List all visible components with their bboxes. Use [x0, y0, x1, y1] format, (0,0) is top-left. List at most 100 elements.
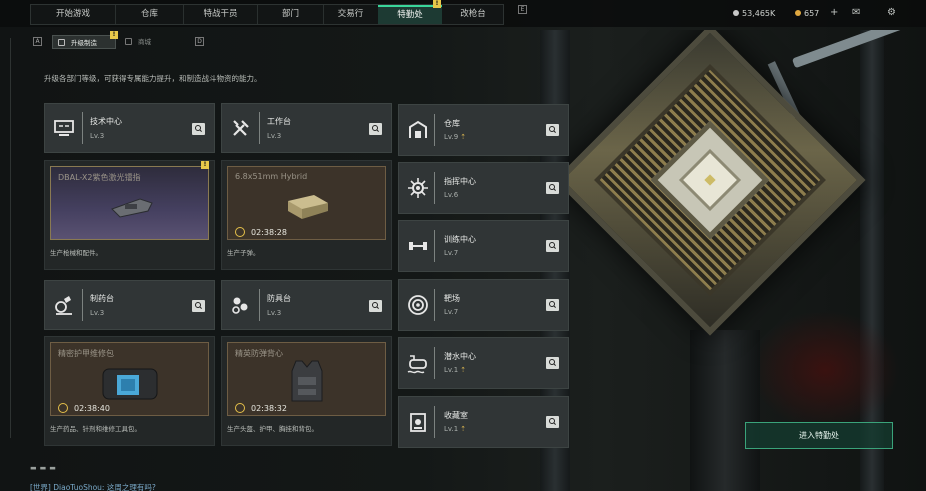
craft-timer: 02:38:32 [251, 404, 287, 413]
search-icon[interactable] [192, 300, 205, 312]
coin-balance: 53,465K [733, 9, 775, 18]
armor-icon [232, 297, 248, 314]
dept-armor-bench[interactable]: 防具台 Lv.3 [221, 280, 392, 330]
diving-icon [407, 355, 427, 374]
search-icon[interactable] [546, 299, 559, 311]
dept-command-center[interactable]: 指挥中心 Lv.6 [398, 162, 569, 214]
dept-level: Lv.6 [444, 191, 459, 199]
dept-name: 靶场 [444, 294, 460, 303]
laser-sight-icon [111, 198, 153, 218]
search-icon[interactable] [546, 124, 559, 136]
tab-trading[interactable]: 交易行 [323, 5, 377, 24]
search-icon[interactable] [546, 416, 559, 428]
subtab-shop-label: 商城 [138, 38, 151, 46]
search-icon[interactable] [192, 123, 205, 135]
search-icon[interactable] [369, 300, 382, 312]
vest-icon [291, 360, 323, 402]
repair-kit-icon [102, 368, 158, 400]
token-balance: 657 [795, 9, 819, 18]
tab-operators[interactable]: 特战干员 [183, 5, 257, 24]
dept-description: 生产药品、针剂和维修工具包。 [50, 425, 141, 433]
tab-start-game[interactable]: 开始游戏 [31, 5, 115, 24]
dept-diving-center[interactable]: 潜水中心 Lv.1 ⇡ [398, 337, 569, 389]
sub-key-hint-left: A [33, 37, 42, 46]
dept-name: 潜水中心 [444, 352, 476, 361]
armor-bench-production: 精英防弹背心 02:38:32 生产头盔、护甲、胸挂和背包。 [221, 336, 392, 446]
dept-level: Lv.3 [90, 309, 105, 317]
dept-level: Lv.3 [267, 309, 282, 317]
dept-level: Lv.3 [90, 132, 105, 140]
craft-icon [58, 39, 65, 46]
dept-level: Lv.7 [444, 249, 459, 257]
tools-icon [233, 120, 249, 136]
frame-line-left [10, 38, 20, 438]
search-icon[interactable] [369, 123, 382, 135]
subtab-shop[interactable]: 商城 [120, 35, 182, 49]
command-icon [408, 178, 428, 198]
tab-departments[interactable]: 部门 [257, 5, 323, 24]
ammo-box-icon [288, 195, 328, 219]
product-name: 精英防弹背心 [235, 349, 283, 358]
search-icon[interactable] [546, 357, 559, 369]
workbench-production: 6.8x51mm Hybrid 02:38:28 生产子弹。 [221, 160, 392, 270]
dept-description: 生产头盔、护甲、胸挂和背包。 [227, 425, 318, 433]
product-badge: ! [201, 161, 209, 169]
warehouse-icon [409, 120, 427, 138]
chat-message[interactable]: [世界] DiaoTuoShou: 这周之理有吗? [30, 482, 156, 491]
frame-dots: ▬▬▬ [30, 464, 59, 472]
nav-badge: ! [433, 0, 441, 8]
dept-name: 技术中心 [90, 117, 122, 126]
microscope-icon [55, 296, 72, 315]
subtab-upgrade-label: 升级制造 [71, 39, 97, 47]
craft-timer: 02:38:40 [74, 404, 110, 413]
subtab-badge: ! [110, 31, 118, 39]
dept-name: 指挥中心 [444, 177, 476, 186]
search-icon[interactable] [546, 240, 559, 252]
product-name: 6.8x51mm Hybrid [235, 172, 308, 181]
subtab-upgrade-craft[interactable]: 升级制造 [52, 35, 116, 49]
dept-shooting-range[interactable]: 靶场 Lv.7 [398, 279, 569, 331]
monitor-icon [54, 120, 74, 136]
dept-pharmacy[interactable]: 制药台 Lv.3 [44, 280, 215, 330]
tab-warehouse[interactable]: 仓库 [115, 5, 183, 24]
top-bar: Q 开始游戏 仓库 特战干员 部门 交易行 特勤处 改枪台 ! E 53,465… [0, 0, 926, 27]
dept-level: Lv.3 [267, 132, 282, 140]
coin-value: 53,465K [742, 9, 776, 18]
mail-icon[interactable]: ✉ [852, 7, 860, 18]
clock-icon [235, 403, 245, 413]
dept-name: 工作台 [267, 117, 291, 126]
enter-special-ops-button[interactable]: 进入特勤处 [745, 422, 893, 449]
product-slot[interactable]: 6.8x51mm Hybrid 02:38:28 [227, 166, 386, 240]
collection-icon [410, 413, 426, 432]
dumbbell-icon [409, 242, 427, 250]
dept-name: 制药台 [90, 294, 114, 303]
sub-key-hint-right: D [195, 37, 204, 46]
token-value: 657 [804, 9, 820, 18]
dept-level: Lv.7 [444, 308, 459, 316]
dept-name: 防具台 [267, 294, 291, 303]
dept-collection-room[interactable]: 收藏室 Lv.1 ⇡ [398, 396, 569, 448]
key-hint-right: E [518, 5, 527, 14]
product-slot[interactable]: 精英防弹背心 02:38:32 [227, 342, 386, 416]
add-currency-button[interactable]: + [830, 7, 838, 18]
dept-warehouse[interactable]: 仓库 Lv.9 ⇡ [398, 104, 569, 156]
tab-gunsmith[interactable]: 改枪台 [442, 5, 504, 24]
product-slot[interactable]: 精密护甲维修包 02:38:40 [50, 342, 209, 416]
search-icon[interactable] [546, 182, 559, 194]
dept-tech-center[interactable]: 技术中心 Lv.3 [44, 103, 215, 153]
clock-icon [235, 227, 245, 237]
dept-description: 生产枪械和配件。 [50, 249, 102, 257]
settings-gear-icon[interactable]: ⚙ [887, 7, 896, 18]
upgrade-arrow-icon: ⇡ [460, 133, 467, 141]
craft-timer: 02:38:28 [251, 228, 287, 237]
dept-description: 生产子弹。 [227, 249, 260, 257]
dept-training-center[interactable]: 训练中心 Lv.7 [398, 220, 569, 272]
dept-name: 仓库 [444, 119, 460, 128]
product-slot[interactable]: DBAL-X2紫色激光镭指 [50, 166, 209, 240]
clock-icon [58, 403, 68, 413]
dept-workbench[interactable]: 工作台 Lv.3 [221, 103, 392, 153]
dept-name: 收藏室 [444, 411, 468, 420]
product-name: DBAL-X2紫色激光镭指 [58, 173, 141, 182]
cube-artifact [554, 30, 866, 336]
shop-icon [125, 38, 132, 45]
